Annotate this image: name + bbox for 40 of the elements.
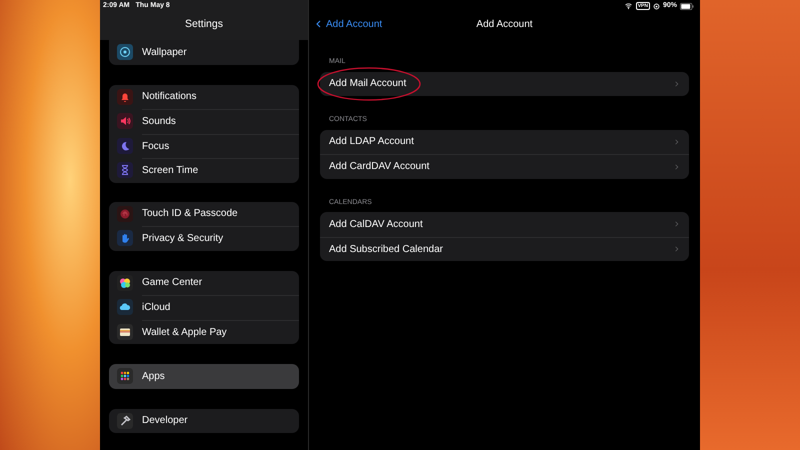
grid-icon [117,368,133,384]
settings-item[interactable]: Wallpaper [109,40,299,64]
account-option[interactable]: Add LDAP Account [320,130,689,154]
settings-item[interactable]: Privacy & Security [109,226,299,250]
wallet-icon [117,324,133,340]
account-option[interactable]: Add Subscribed Calendar [320,236,689,261]
chevron-icon [673,162,680,171]
fingerprint-icon [117,206,133,222]
settings-item[interactable]: Developer [109,408,299,433]
back-chevron-icon [315,19,323,29]
settings-item[interactable]: Wallet & Apple Pay [109,320,299,344]
settings-item[interactable]: iCloud [109,295,299,320]
settings-item[interactable]: Apps [109,364,299,388]
page-title: Add Account [476,18,533,30]
chevron-icon [673,138,680,146]
wifi-icon [624,2,633,10]
settings-item[interactable]: Screen Time [109,158,299,182]
settings-item[interactable]: Notifications [109,84,299,109]
hourglass-icon [117,162,133,178]
speaker-icon [117,113,133,130]
chevron-icon [673,80,680,88]
bell-icon [117,88,133,105]
account-option[interactable]: Add Mail Account [320,72,689,96]
settings-item[interactable]: Game Center [109,270,299,295]
chevron-icon [673,220,680,228]
bubbles-icon [117,274,133,291]
chevron-icon [673,245,680,254]
battery-icon [680,2,694,10]
hammer-icon [117,412,133,429]
hand-icon [117,230,133,246]
account-option[interactable]: Add CalDAV Account [320,212,689,236]
back-button[interactable]: Add Account [315,16,382,32]
settings-item[interactable]: Sounds [109,109,299,134]
sidebar-title: Settings [185,18,223,30]
rotation-lock-icon [652,2,660,10]
settings-item[interactable]: Touch ID & Passcode [109,202,299,226]
account-option[interactable]: Add CardDAV Account [320,154,689,178]
settings-item[interactable]: Focus [109,134,299,158]
moon-icon [117,138,133,154]
cloud-icon [117,299,133,316]
